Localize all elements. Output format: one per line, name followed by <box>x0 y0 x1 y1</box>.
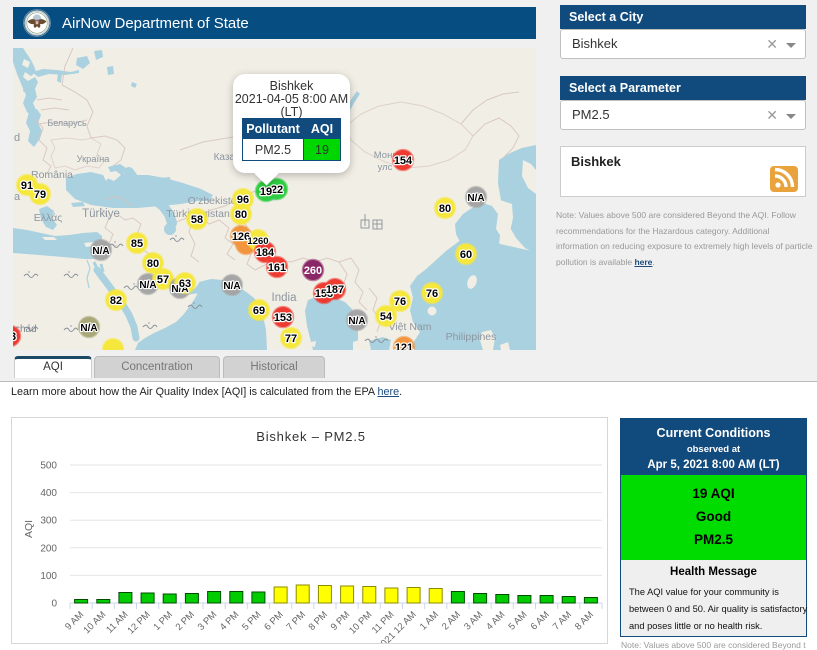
svg-text:184: 184 <box>256 247 275 259</box>
svg-text:69: 69 <box>253 305 265 317</box>
svg-text:India: India <box>272 292 298 304</box>
svg-text:N/A: N/A <box>348 316 365 327</box>
svg-text:161: 161 <box>268 262 286 274</box>
svg-text:82: 82 <box>110 295 122 307</box>
svg-text:54: 54 <box>380 311 393 323</box>
svg-text:100: 100 <box>40 571 57 582</box>
svg-text:10 PM: 10 PM <box>347 609 374 636</box>
svg-text:121: 121 <box>395 342 413 350</box>
svg-text:7 AM: 7 AM <box>551 609 574 632</box>
svg-text:N/A: N/A <box>80 323 97 334</box>
svg-text:8 AM: 8 AM <box>573 609 596 632</box>
svg-text:4 AM: 4 AM <box>484 609 507 632</box>
svg-text:58: 58 <box>191 214 203 226</box>
svg-text:260: 260 <box>304 265 322 277</box>
svg-text:11 AM: 11 AM <box>104 609 130 635</box>
svg-text:76: 76 <box>426 288 438 300</box>
svg-text:4 PM: 4 PM <box>218 609 242 633</box>
svg-text:7 PM: 7 PM <box>284 609 308 633</box>
svg-text:80: 80 <box>235 209 247 221</box>
svg-text:500: 500 <box>40 461 57 472</box>
svg-text:154: 154 <box>394 155 413 167</box>
svg-text:57: 57 <box>157 274 169 286</box>
svg-text:N/A: N/A <box>467 193 484 204</box>
svg-text:85: 85 <box>131 238 143 250</box>
svg-text:AQI: AQI <box>23 520 35 538</box>
svg-text:187: 187 <box>326 284 344 296</box>
svg-text:80: 80 <box>439 203 451 215</box>
svg-text:200: 200 <box>40 543 57 554</box>
svg-text:12 PM: 12 PM <box>126 609 153 636</box>
svg-text:Україна: Україна <box>77 154 111 164</box>
svg-text:1260: 1260 <box>247 236 268 247</box>
svg-text:Philippines: Philippines <box>446 331 497 343</box>
svg-text:5 PM: 5 PM <box>240 609 264 633</box>
svg-text:91: 91 <box>21 180 33 192</box>
svg-text:Bishkek – PM2.5: Bishkek – PM2.5 <box>256 429 366 444</box>
svg-text:19: 19 <box>260 186 272 198</box>
svg-text:улс: улс <box>378 162 393 173</box>
svg-text:România: România <box>31 169 73 181</box>
svg-text:153: 153 <box>274 312 292 324</box>
svg-text:2 AM: 2 AM <box>440 609 463 632</box>
svg-text:0: 0 <box>51 599 57 610</box>
svg-text:6 AM: 6 AM <box>529 609 552 632</box>
svg-text:80: 80 <box>147 258 159 270</box>
svg-text:77: 77 <box>285 333 297 345</box>
svg-text:63: 63 <box>13 331 16 343</box>
svg-text:Việt Nam: Việt Nam <box>389 321 432 333</box>
svg-text:400: 400 <box>40 488 57 499</box>
svg-text:96: 96 <box>237 194 249 206</box>
svg-text:3 PM: 3 PM <box>196 609 220 633</box>
svg-text:3 AM: 3 AM <box>462 609 485 632</box>
svg-text:Türkiye: Türkiye <box>82 208 120 220</box>
svg-text:63: 63 <box>179 278 191 290</box>
svg-text:300: 300 <box>40 516 57 527</box>
svg-text:79: 79 <box>34 189 46 201</box>
svg-text:10 AM: 10 AM <box>81 609 108 636</box>
svg-text:d: d <box>14 132 20 144</box>
svg-text:60: 60 <box>460 249 472 261</box>
svg-text:1 PM: 1 PM <box>151 609 175 633</box>
svg-text:1 AM: 1 AM <box>418 609 441 632</box>
svg-text:22: 22 <box>271 184 283 196</box>
svg-text:N/A: N/A <box>223 281 240 292</box>
svg-text:Ελλάς: Ελλάς <box>34 212 62 224</box>
svg-text:Беларусь: Беларусь <box>47 118 87 128</box>
svg-text:N/A: N/A <box>92 246 109 257</box>
svg-text:6 PM: 6 PM <box>262 609 286 633</box>
svg-text:76: 76 <box>394 296 406 308</box>
svg-text:8 PM: 8 PM <box>307 609 331 633</box>
svg-text:5 AM: 5 AM <box>506 609 529 632</box>
svg-text:2 PM: 2 PM <box>174 609 198 633</box>
svg-text:N/A: N/A <box>139 280 156 291</box>
